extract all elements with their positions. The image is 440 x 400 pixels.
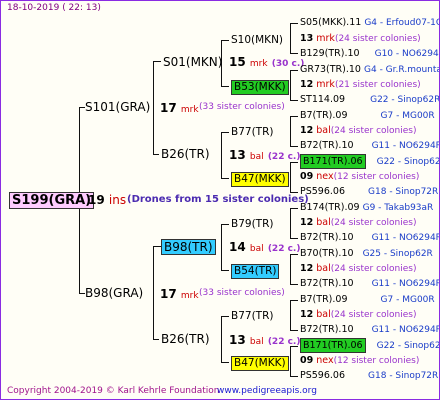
gen2-node[interactable]: B26(TR) bbox=[161, 333, 210, 345]
gen2-node[interactable]: B26(TR) bbox=[161, 148, 210, 160]
pedigree-chart: 18-10-2019 ( 22: 13) S199(GRA) 19 ins (D… bbox=[0, 0, 440, 400]
gen4-node[interactable]: B72(TR).10 G11 - NO6294R bbox=[300, 279, 439, 289]
gen4-node[interactable]: B72(TR).10 G11 - NO6294R bbox=[300, 233, 439, 243]
gen3-node[interactable]: B77(TR) bbox=[231, 311, 273, 322]
root-node[interactable]: S199(GRA) bbox=[9, 192, 95, 209]
gen3-node[interactable]: B47(MKK) bbox=[231, 356, 289, 371]
gen3-node[interactable]: B77(TR) bbox=[231, 127, 273, 138]
gen4-node[interactable]: B70(TR).10 G25 - Sinop62R bbox=[300, 249, 433, 259]
gen4-generation: 09 nex(12 sister colonies) bbox=[300, 355, 420, 366]
gen1-generation: 17 mrk bbox=[160, 101, 199, 115]
copyright-text: Copyright 2004-2019 © Karl Kehrle Founda… bbox=[7, 386, 220, 396]
gen4-generation: 12 bal(24 sister colonies) bbox=[300, 217, 417, 228]
gen4-generation: 13 mrk(24 sister colonies) bbox=[300, 33, 421, 44]
root-generation: 19 ins bbox=[88, 193, 127, 207]
gen4-node[interactable]: S05(MKK).11 G4 - Erfoud07-1Q bbox=[300, 18, 439, 28]
header-date: 18-10-2019 ( 22: 13) bbox=[7, 3, 101, 13]
gen4-node[interactable]: PS596.06 G18 - Sinop72R bbox=[300, 371, 438, 381]
gen4-generation: 12 mrk(21 sister colonies) bbox=[300, 79, 421, 90]
gen2-generation: 15 mrk (30 c.) bbox=[229, 55, 305, 69]
gen1-note: (33 sister colonies) bbox=[199, 288, 285, 298]
gen4-node[interactable]: B7(TR).09 G7 - MG00R bbox=[300, 111, 435, 121]
gen3-node[interactable]: B79(TR) bbox=[231, 219, 273, 230]
gen4-generation: 12 bal(24 sister colonies) bbox=[300, 309, 417, 320]
gen1-node[interactable]: S101(GRA) bbox=[85, 101, 150, 113]
gen4-node[interactable]: B171(TR).06 G22 - Sinop62R bbox=[300, 154, 439, 169]
gen4-generation: 09 nex(12 sister colonies) bbox=[300, 171, 420, 182]
gen2-generation: 13 bal (22 c.) bbox=[229, 333, 301, 347]
gen4-node[interactable]: ST114.09 G22 - Sinop62R bbox=[300, 95, 439, 105]
gen3-node[interactable]: B53(MKK) bbox=[231, 80, 289, 95]
gen1-generation: 17 mrk bbox=[160, 287, 199, 301]
gen4-node[interactable]: B171(TR).06 G22 - Sinop62R bbox=[300, 338, 439, 353]
gen2-generation: 14 bal (22 c.) bbox=[229, 240, 301, 254]
gen4-node[interactable]: B72(TR).10 G11 - NO6294R bbox=[300, 141, 439, 151]
gen1-node[interactable]: B98(GRA) bbox=[85, 287, 143, 299]
gen4-generation: 12 bal(24 sister colonies) bbox=[300, 125, 417, 136]
gen4-node[interactable]: B129(TR).10 G10 - NO6294R bbox=[300, 49, 439, 59]
gen4-node[interactable]: B72(TR).10 G11 - NO6294R bbox=[300, 325, 439, 335]
gen2-node[interactable]: B98(TR) bbox=[161, 239, 216, 255]
gen4-node[interactable]: GR73(TR).10 G4 - Gr.R.mounta bbox=[300, 65, 439, 75]
gen3-node[interactable]: B47(MKK) bbox=[231, 172, 289, 187]
gen1-note: (33 sister colonies) bbox=[199, 102, 285, 112]
gen2-node[interactable]: S01(MKN) bbox=[163, 56, 222, 68]
gen4-generation: 12 bal(24 sister colonies) bbox=[300, 263, 417, 274]
gen4-node[interactable]: B7(TR).09 G7 - MG00R bbox=[300, 295, 435, 305]
gen4-node[interactable]: PS596.06 G18 - Sinop72R bbox=[300, 187, 438, 197]
root-drone-note: (Drones from 15 sister colonies) bbox=[127, 194, 309, 205]
gen2-generation: 13 bal (22 c.) bbox=[229, 148, 301, 162]
site-link[interactable]: www.pedigreeapis.org bbox=[217, 387, 317, 396]
gen3-node[interactable]: S10(MKN) bbox=[231, 35, 283, 46]
gen4-node[interactable]: B174(TR).09 G9 - Takab93aR bbox=[300, 203, 433, 213]
gen3-node[interactable]: B54(TR) bbox=[231, 264, 280, 279]
